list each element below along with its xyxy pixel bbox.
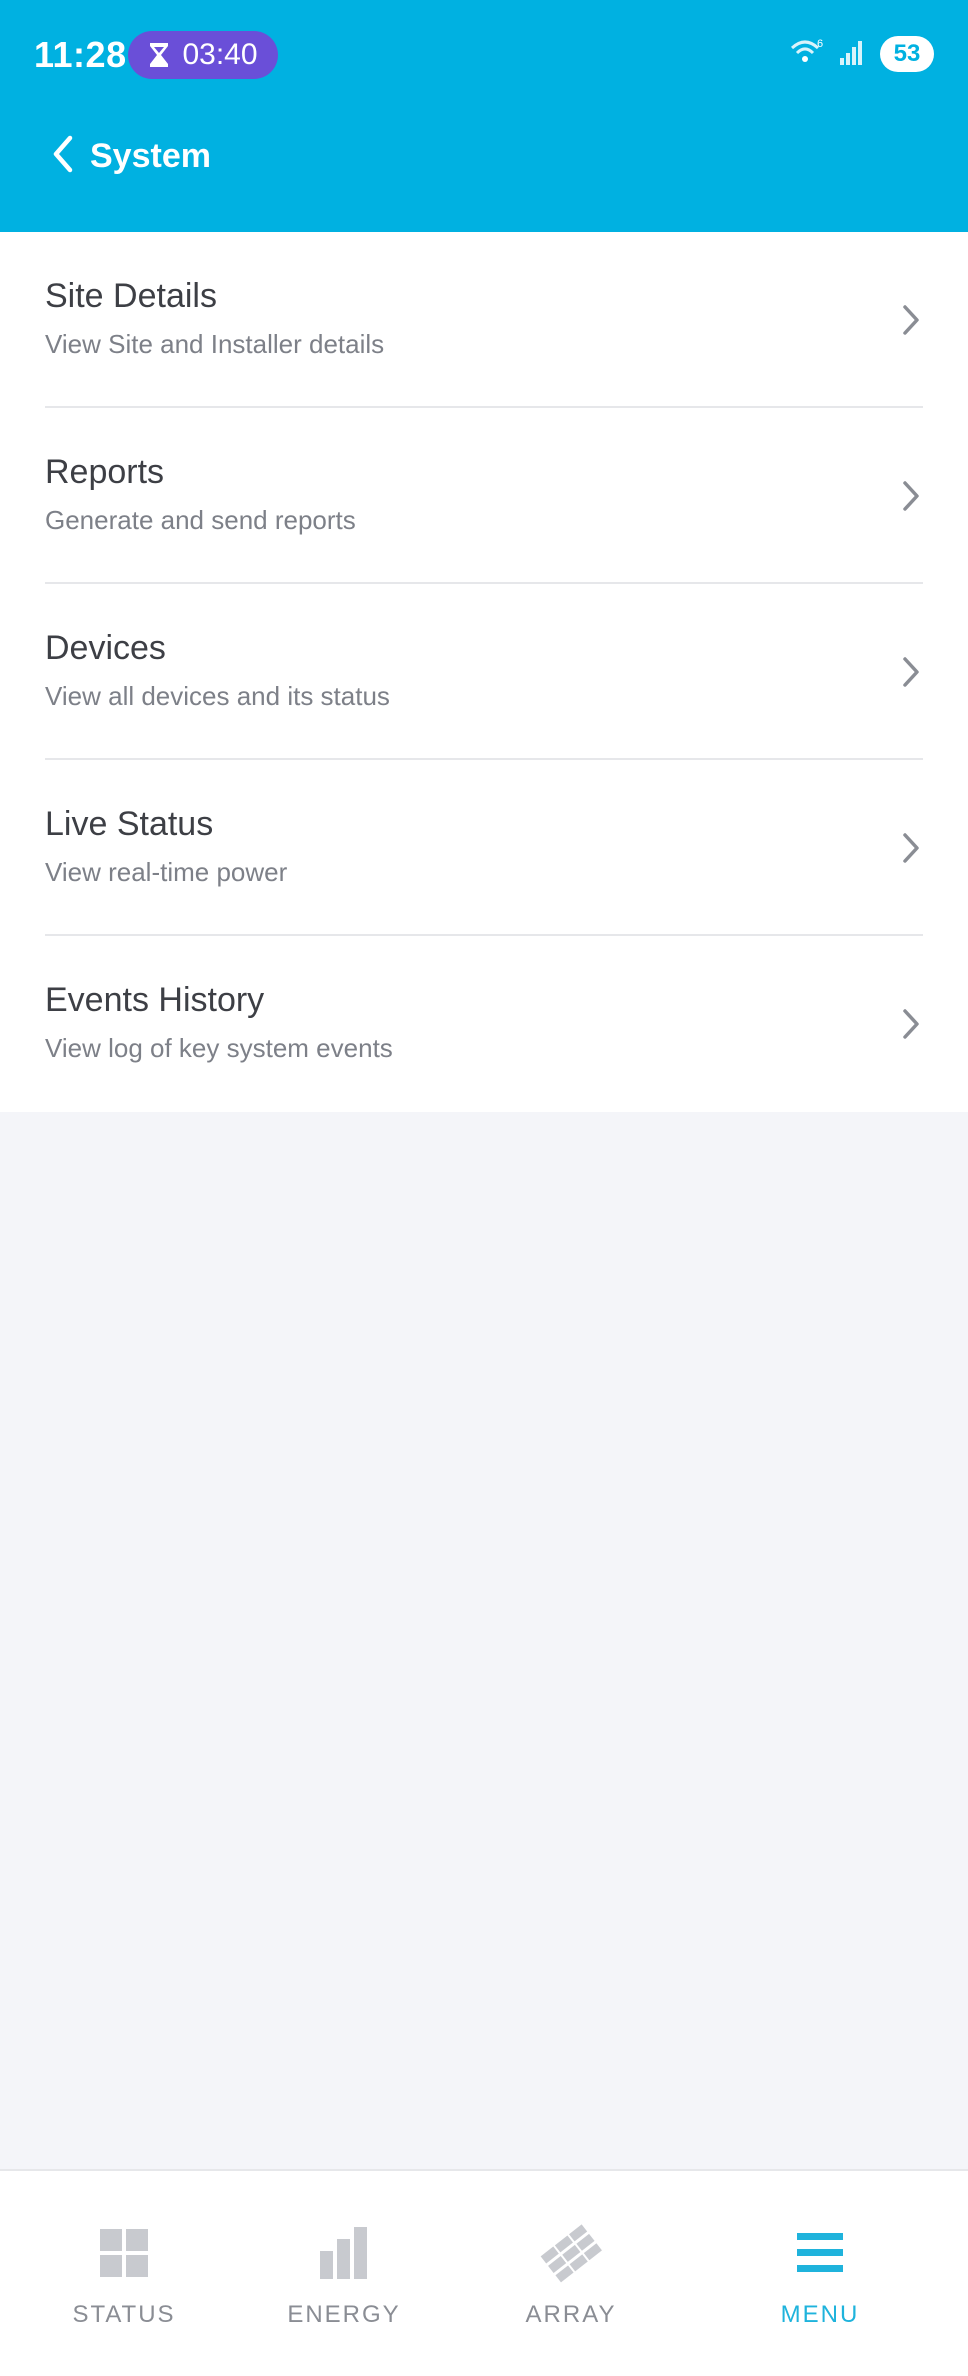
chevron-right-icon [896, 474, 926, 518]
hourglass-icon [148, 41, 170, 69]
svg-text:6: 6 [817, 38, 823, 50]
timer-value: 03:40 [182, 38, 258, 71]
chevron-right-icon [896, 826, 926, 870]
tab-label: ARRAY [525, 2301, 617, 2328]
item-title: Live Status [45, 805, 214, 843]
item-title: Reports [45, 453, 165, 491]
item-subtitle: View real-time power [45, 857, 288, 887]
chevron-right-icon [896, 1002, 926, 1046]
item-title: Devices [45, 629, 166, 667]
bottom-tab-bar: STATUS ENERGY ARRAY MENU [0, 2169, 968, 2376]
app-header: 11:28 03:40 6 53 System [0, 0, 968, 232]
menu-item-reports[interactable]: Reports Generate and send reports [0, 408, 968, 584]
item-title: Events History [45, 981, 265, 1019]
title-bar: System [0, 120, 968, 192]
menu-item-live-status[interactable]: Live Status View real-time power [0, 760, 968, 936]
back-button[interactable] [38, 130, 88, 182]
tab-label: STATUS [72, 2301, 176, 2328]
menu-item-devices[interactable]: Devices View all devices and its status [0, 584, 968, 760]
battery-icon: 53 [880, 36, 934, 72]
chevron-right-icon [896, 298, 926, 342]
bar-chart-icon [234, 2225, 454, 2281]
status-icons: 6 53 [790, 36, 934, 72]
menu-item-site-details[interactable]: Site Details View Site and Installer det… [0, 232, 968, 408]
tab-menu[interactable]: MENU [710, 2171, 930, 2376]
item-subtitle: View Site and Installer details [45, 329, 385, 359]
tab-label: ENERGY [287, 2301, 401, 2328]
timer-pill[interactable]: 03:40 [128, 31, 278, 79]
status-bar: 11:28 03:40 6 53 [0, 0, 968, 110]
item-subtitle: Generate and send reports [45, 505, 356, 535]
page-title: System [90, 137, 211, 175]
chevron-right-icon [896, 650, 926, 694]
menu-item-events-history[interactable]: Events History View log of key system ev… [0, 936, 968, 1112]
hamburger-menu-icon [710, 2225, 930, 2281]
tab-array[interactable]: ARRAY [461, 2171, 681, 2376]
tab-label: MENU [780, 2301, 860, 2328]
grid-icon [14, 2225, 234, 2281]
item-subtitle: View log of key system events [45, 1033, 393, 1063]
system-menu-list: Site Details View Site and Installer det… [0, 232, 968, 1112]
tab-status[interactable]: STATUS [14, 2171, 234, 2376]
status-clock: 11:28 [34, 34, 127, 75]
chevron-left-icon [50, 134, 76, 179]
item-subtitle: View all devices and its status [45, 681, 390, 711]
item-title: Site Details [45, 277, 217, 315]
wifi-icon: 6 [790, 38, 824, 71]
signal-icon [838, 38, 866, 71]
panel-array-icon [461, 2224, 681, 2283]
tab-energy[interactable]: ENERGY [234, 2171, 454, 2376]
